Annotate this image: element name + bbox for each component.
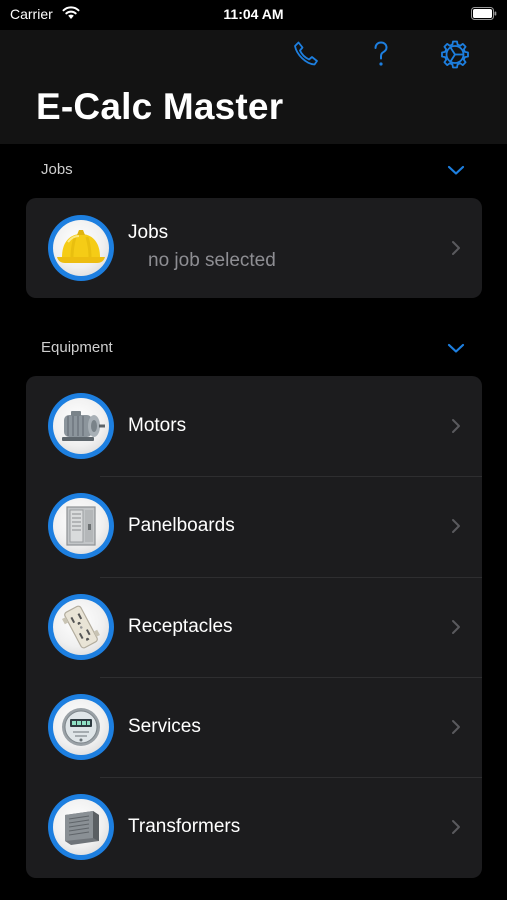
row-divider xyxy=(100,677,482,678)
services-label: Services xyxy=(128,716,201,737)
chevron-right-icon xyxy=(452,620,460,634)
panelboards-label: Panelboards xyxy=(128,515,235,536)
panelboard-icon xyxy=(66,506,96,546)
section-label-jobs: Jobs xyxy=(41,161,73,178)
chevron-right-icon xyxy=(452,820,460,834)
meter-icon xyxy=(62,708,100,746)
nav-bar: E-Calc Master xyxy=(0,30,507,144)
jobs-row[interactable]: Jobs no job selected xyxy=(26,198,482,298)
jobs-card: Jobs no job selected xyxy=(26,198,482,298)
transformers-label: Transformers xyxy=(128,816,241,837)
equipment-row-panelboards[interactable]: Panelboards xyxy=(26,476,482,576)
row-divider xyxy=(100,777,482,778)
phone-icon[interactable] xyxy=(291,39,321,69)
section-label-equipment: Equipment xyxy=(41,339,113,356)
chevron-right-icon xyxy=(452,519,460,533)
jobs-label: Jobs xyxy=(128,222,169,243)
row-divider xyxy=(100,476,482,477)
settings-gear-icon[interactable] xyxy=(440,39,470,69)
receptacles-label: Receptacles xyxy=(128,616,233,637)
receptacles-avatar xyxy=(48,594,114,660)
transformers-avatar xyxy=(48,794,114,860)
receptacle-icon xyxy=(62,605,100,649)
equipment-row-services[interactable]: Services xyxy=(26,677,482,777)
row-divider xyxy=(100,577,482,578)
equipment-card: Motors Panelboards Receptacles Services … xyxy=(26,376,482,878)
hard-hat-icon xyxy=(57,230,105,263)
chevron-right-icon xyxy=(452,419,460,433)
motors-avatar xyxy=(48,393,114,459)
equipment-row-transformers[interactable]: Transformers xyxy=(26,777,482,877)
panelboards-avatar xyxy=(48,493,114,559)
status-bar: Carrier 11:04 AM xyxy=(0,0,507,30)
chevron-right-icon xyxy=(452,241,460,255)
chevron-down-icon[interactable] xyxy=(447,164,465,176)
equipment-row-receptacles[interactable]: Receptacles xyxy=(26,577,482,677)
chevron-down-icon[interactable] xyxy=(447,342,465,354)
jobs-section-header[interactable]: Jobs xyxy=(0,152,507,188)
motor-icon xyxy=(62,411,105,441)
services-avatar xyxy=(48,694,114,760)
battery-icon xyxy=(471,7,497,20)
clock: 11:04 AM xyxy=(223,6,284,22)
jobs-avatar xyxy=(48,215,114,281)
chevron-right-icon xyxy=(452,720,460,734)
help-icon[interactable] xyxy=(366,39,396,69)
motors-label: Motors xyxy=(128,415,187,436)
equipment-section-header[interactable]: Equipment xyxy=(0,330,507,366)
job-status-text: no job selected xyxy=(148,250,276,271)
equipment-row-motors[interactable]: Motors xyxy=(26,376,482,476)
page-title: E-Calc Master xyxy=(36,86,284,127)
transformer-icon xyxy=(65,811,99,845)
